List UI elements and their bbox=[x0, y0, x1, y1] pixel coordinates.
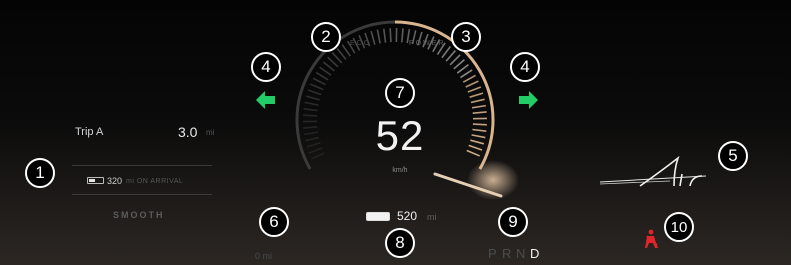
info-divider bbox=[72, 165, 212, 166]
callout-badge: 5 bbox=[718, 141, 748, 171]
gear-drive: D bbox=[530, 246, 540, 261]
gauge-tick bbox=[303, 107, 318, 112]
gauge-tick bbox=[304, 101, 319, 106]
gauge-tick bbox=[315, 71, 329, 81]
gauge-tick bbox=[306, 142, 321, 148]
gauge-tick bbox=[456, 63, 469, 74]
gauge-tick bbox=[459, 69, 473, 79]
speed-unit: km/h bbox=[392, 167, 408, 174]
gauge-tick bbox=[449, 54, 461, 66]
callout-badge: 4 bbox=[251, 52, 281, 82]
gauge-tick bbox=[310, 83, 324, 91]
gauge-power-label: POWER bbox=[409, 40, 446, 47]
gauge-tick bbox=[305, 95, 320, 101]
gauge-tick bbox=[471, 104, 486, 109]
gauge-tick bbox=[304, 131, 319, 136]
gauge-tick bbox=[472, 111, 487, 114]
instrument-cluster: Trip A 3.0 mi 320 mi ON ARRIVAL SMOOTH 0… bbox=[0, 0, 791, 265]
gauge-tick bbox=[327, 56, 339, 68]
gauge-tick bbox=[453, 59, 465, 70]
gauge-tick bbox=[382, 28, 387, 43]
left-turn-arrow-icon bbox=[256, 91, 275, 109]
range-value: 520 bbox=[397, 209, 418, 223]
range-unit: mi bbox=[427, 212, 437, 222]
seatbelt-warning-icon bbox=[645, 229, 658, 248]
brand-logo bbox=[599, 156, 707, 187]
gauge-tick bbox=[307, 89, 322, 96]
gauge-tick bbox=[370, 30, 376, 45]
gauge-tick bbox=[472, 128, 487, 133]
callout-badge: 2 bbox=[311, 22, 341, 52]
callout-badge: 3 bbox=[451, 22, 481, 52]
gauge-tick bbox=[389, 28, 392, 43]
callout-badge: 4 bbox=[510, 52, 540, 82]
gauge-tick bbox=[322, 61, 335, 72]
gauge-tick bbox=[308, 147, 323, 154]
gauge-tick bbox=[441, 46, 452, 59]
gauge-tick bbox=[472, 123, 487, 126]
battery-fill bbox=[89, 179, 95, 182]
gauge-tick bbox=[305, 136, 320, 142]
odometer-readout: 0 mi bbox=[255, 251, 273, 261]
info-divider bbox=[72, 194, 212, 195]
callout-badge: 10 bbox=[664, 212, 694, 242]
gauge-tick bbox=[336, 47, 347, 60]
gauge-eco-label: ECO bbox=[350, 40, 372, 47]
callout-badge: 1 bbox=[25, 158, 55, 188]
callout-badge: 9 bbox=[498, 207, 528, 237]
battery-icon bbox=[366, 212, 390, 221]
callout-badge: 7 bbox=[385, 78, 415, 108]
gauge-tick bbox=[471, 134, 486, 139]
gauge-tick bbox=[303, 126, 318, 129]
gauge-tick bbox=[470, 139, 485, 145]
gauge-tick bbox=[376, 29, 381, 44]
callout-badge: 8 bbox=[385, 228, 415, 258]
speed-value: 52 bbox=[375, 112, 425, 159]
drive-mode-label: SMOOTH bbox=[113, 210, 165, 220]
arrival-range-value: 320 bbox=[107, 176, 123, 186]
trip-label: Trip A bbox=[75, 126, 104, 138]
battery-icon bbox=[87, 177, 104, 184]
gauge-tick bbox=[465, 80, 479, 88]
gauge-tick bbox=[445, 50, 456, 62]
gear-neutral: N bbox=[516, 246, 526, 261]
speed-gauge bbox=[295, 20, 519, 200]
gauge-tick bbox=[466, 149, 480, 157]
gauge-tick bbox=[470, 98, 485, 104]
gauge-tick bbox=[462, 74, 476, 83]
gauge-tick bbox=[401, 28, 404, 43]
gauge-tick bbox=[331, 52, 343, 64]
gauge-tick bbox=[319, 66, 332, 76]
gauge-tick bbox=[312, 77, 326, 86]
arrival-range-label: mi ON ARRIVAL bbox=[126, 178, 184, 185]
trip-unit: mi bbox=[206, 128, 215, 137]
gauge-tick bbox=[469, 92, 484, 98]
gauge-tick bbox=[467, 86, 482, 93]
gauge-tick bbox=[468, 144, 483, 151]
gauge-tick bbox=[303, 114, 318, 117]
gear-reverse: R bbox=[502, 246, 512, 261]
right-turn-arrow-icon bbox=[519, 91, 538, 109]
gear-park: P bbox=[488, 246, 497, 261]
trip-value: 3.0 bbox=[178, 124, 198, 140]
gauge-tick bbox=[311, 152, 325, 160]
callout-badge: 6 bbox=[259, 207, 289, 237]
